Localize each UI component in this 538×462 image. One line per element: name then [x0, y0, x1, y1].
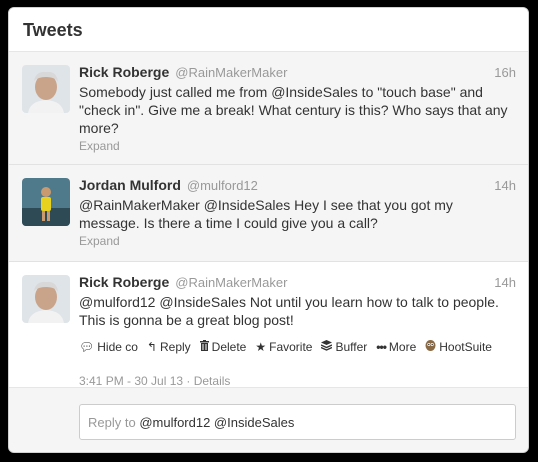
avatar[interactable] [22, 275, 70, 323]
hootsuite-label: HootSuite [439, 339, 492, 354]
author-username[interactable]: @mulford12 [187, 178, 258, 193]
reply-arrow-icon: ↰ [146, 339, 157, 354]
buffer-stack-icon [321, 339, 333, 354]
author-fullname[interactable]: Rick Roberge [79, 64, 169, 80]
author-fullname[interactable]: Rick Roberge [79, 274, 169, 290]
expand-link[interactable]: Expand [79, 234, 516, 248]
tweet-text: @RainMakerMaker @InsideSales Hey I see t… [79, 197, 453, 231]
reply-button[interactable]: ↰ Reply [147, 340, 191, 354]
tweet-actions: 💬︎ Hide co ↰ Reply Delete ★ Favorite Buf… [79, 339, 516, 354]
hide-label: Hide co [97, 339, 138, 354]
expand-link[interactable]: Expand [79, 139, 516, 153]
hootsuite-button[interactable]: HootSuite [425, 339, 492, 354]
delete-label: Delete [211, 339, 247, 354]
tweet-meta-details[interactable]: 3:41 PM - 30 Jul 13 · Details [79, 374, 516, 388]
panel-title: Tweets [23, 20, 83, 40]
reply-prefix: Reply to [88, 415, 140, 430]
more-label: More [388, 339, 417, 354]
tweet-text: Somebody just called me from @InsideSale… [79, 84, 508, 136]
tweets-panel: Tweets Rick Roberge @RainMakerMaker 16h … [8, 7, 529, 453]
author-username[interactable]: @RainMakerMaker [175, 65, 287, 80]
author-username[interactable]: @RainMakerMaker [175, 275, 287, 290]
tweet-text: @mulford12 @InsideSales Not until you le… [79, 294, 499, 328]
buffer-button[interactable]: Buffer [321, 339, 368, 354]
reply-area: Reply to @mulford12 @InsideSales [9, 388, 528, 452]
reply-input[interactable]: Reply to @mulford12 @InsideSales [79, 404, 516, 440]
delete-button[interactable]: Delete [199, 339, 247, 354]
tweet-timestamp[interactable]: 14h [494, 275, 516, 290]
star-icon: ★ [255, 339, 267, 354]
avatar[interactable] [22, 178, 70, 226]
author-fullname[interactable]: Jordan Mulford [79, 177, 181, 193]
speech-bubble-icon: 💬︎ [79, 339, 95, 354]
avatar[interactable] [22, 65, 70, 113]
tweet-timestamp[interactable]: 16h [494, 65, 516, 80]
favorite-label: Favorite [269, 339, 313, 354]
owl-icon [425, 339, 436, 354]
tweet-item-expanded[interactable]: Rick Roberge @RainMakerMaker 14h @mulfor… [9, 262, 528, 388]
reply-mentions: @mulford12 @InsideSales [139, 415, 295, 430]
favorite-button[interactable]: ★ Favorite [255, 340, 312, 354]
tweet-item[interactable]: Rick Roberge @RainMakerMaker 16h Somebod… [9, 52, 528, 165]
tweet-timestamp[interactable]: 14h [494, 178, 516, 193]
more-button[interactable]: ••• More [376, 340, 416, 354]
buffer-label: Buffer [335, 339, 368, 354]
ellipsis-icon: ••• [376, 339, 387, 354]
hide-conversation-button[interactable]: 💬︎ Hide co [79, 340, 138, 354]
tweet-item[interactable]: Jordan Mulford @mulford12 14h @RainMaker… [9, 165, 528, 262]
reply-label: Reply [159, 339, 191, 354]
trash-icon [199, 339, 209, 354]
panel-header: Tweets [9, 8, 528, 52]
